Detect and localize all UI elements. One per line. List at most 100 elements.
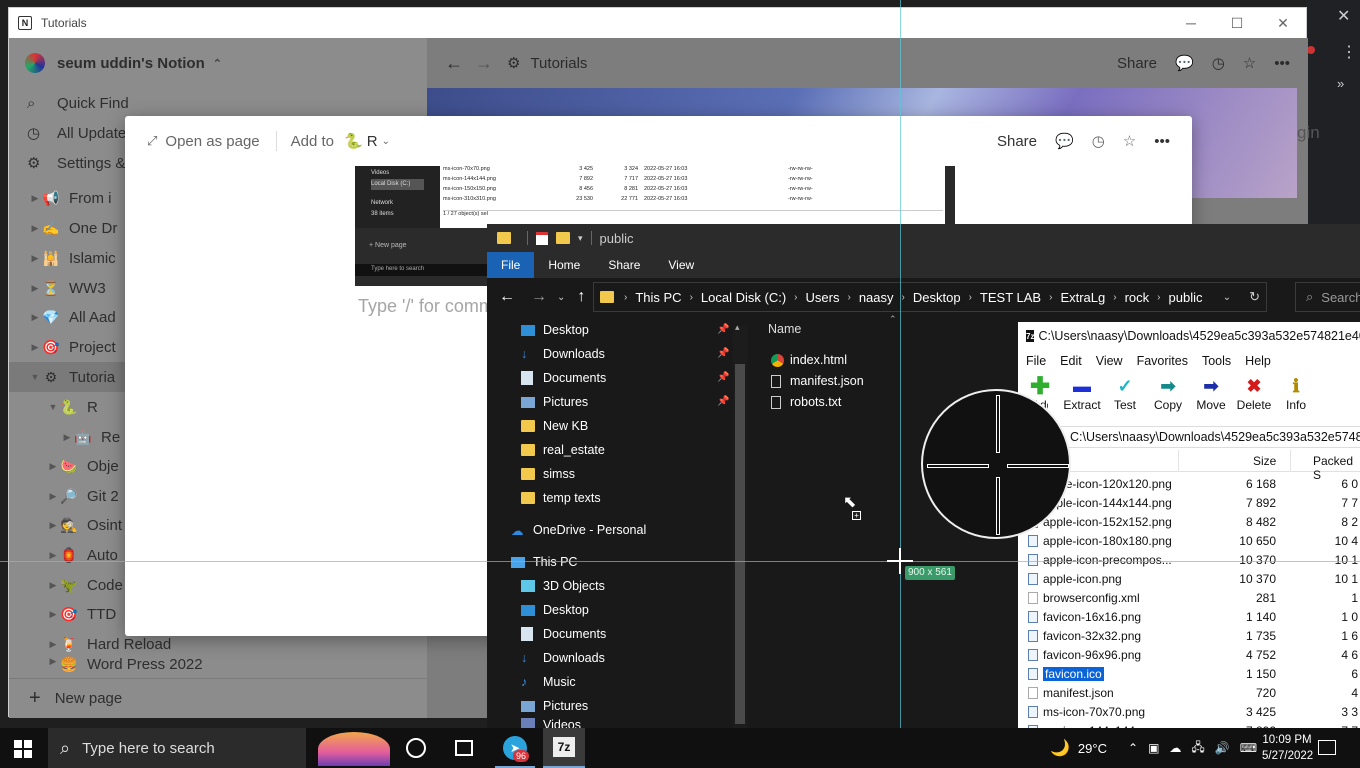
- all-updates-item[interactable]: ◷ All Updates: [27, 118, 134, 148]
- windows-start-icon[interactable]: [14, 740, 32, 758]
- comment-icon[interactable]: 💬: [1055, 132, 1074, 150]
- search-box[interactable]: ⌕ Search: [1295, 282, 1360, 312]
- chevron-double-right-icon[interactable]: »: [1337, 76, 1344, 91]
- sidebar-page[interactable]: ▶ 🎯 TTD: [47, 599, 117, 629]
- star-icon[interactable]: ☆: [1243, 54, 1256, 72]
- nav-item-folder[interactable]: temp texts: [521, 486, 601, 510]
- caret-right-icon[interactable]: ▶: [47, 520, 59, 531]
- breadcrumb-item[interactable]: This PC: [635, 290, 681, 305]
- nav-item[interactable]: 3D Objects: [521, 574, 605, 598]
- keyboard-icon[interactable]: ⌨: [1240, 741, 1257, 755]
- table-row[interactable]: apple-icon-152x152.png 8 482 8 2: [1018, 512, 1360, 531]
- extract-button[interactable]: ▬ Extract: [1060, 374, 1104, 413]
- nav-item-this-pc[interactable]: This PC: [511, 550, 577, 574]
- profile-icon[interactable]: [1307, 46, 1315, 54]
- nav-item-folder[interactable]: real_estate: [521, 438, 605, 462]
- table-row[interactable]: favicon-96x96.png 4 752 4 6: [1018, 645, 1360, 664]
- nav-item[interactable]: Desktop: [521, 598, 589, 622]
- sidebar-page[interactable]: ▶ 🕌 Islamic: [29, 243, 116, 273]
- nav-item[interactable]: Pictures: [521, 694, 588, 718]
- more-icon[interactable]: •••: [1154, 133, 1170, 150]
- new-folder-icon[interactable]: [556, 232, 570, 244]
- menu-file[interactable]: File: [1026, 354, 1046, 368]
- nav-item[interactable]: Documents: [521, 622, 606, 646]
- forward-arrow-icon[interactable]: →: [531, 288, 547, 306]
- address-bar[interactable]: › This PC › Local Disk (C:) › Users › naasy …: [593, 282, 1267, 312]
- breadcrumb-item[interactable]: TEST LAB: [980, 290, 1041, 305]
- sidebar-page[interactable]: ▶ 🎯 Project: [29, 332, 116, 362]
- column-header-name[interactable]: Name: [768, 322, 801, 336]
- chevron-down-icon[interactable]: ▾: [578, 233, 583, 244]
- share-button[interactable]: Share: [1117, 55, 1157, 72]
- menu-tools[interactable]: Tools: [1202, 354, 1231, 368]
- open-as-page-button[interactable]: Open as page: [165, 133, 259, 150]
- sidebar-page[interactable]: ▶ 🍉 Obje: [47, 451, 119, 481]
- scrollbar-thumb[interactable]: [735, 364, 745, 724]
- quick-find-item[interactable]: ⌕ Quick Find: [27, 88, 129, 118]
- chevron-down-icon[interactable]: ⌄: [382, 136, 390, 147]
- volume-icon[interactable]: 🔊: [1215, 741, 1230, 755]
- back-arrow-icon[interactable]: ←: [445, 53, 463, 74]
- pin-icon[interactable]: 📌: [717, 324, 729, 335]
- close-button[interactable]: ✕: [1260, 8, 1306, 38]
- tab-home[interactable]: Home: [534, 252, 594, 278]
- caret-right-icon[interactable]: ▶: [47, 656, 59, 667]
- task-view-icon[interactable]: [455, 740, 473, 756]
- login-fragment[interactable]: gin: [1297, 123, 1320, 143]
- comment-icon[interactable]: 💬: [1175, 54, 1194, 72]
- chevron-down-icon[interactable]: ⌄: [1223, 292, 1231, 303]
- caret-right-icon[interactable]: ▶: [29, 193, 41, 204]
- table-row-selected[interactable]: favicon.ico 1 150 6: [1018, 664, 1360, 683]
- chevron-up-icon[interactable]: ⌃: [1128, 741, 1138, 755]
- sidebar-page[interactable]: ▶ 🤖 Re: [61, 422, 121, 452]
- caret-right-icon[interactable]: ▶: [47, 639, 59, 650]
- table-row[interactable]: favicon-32x32.png 1 735 1 6: [1018, 626, 1360, 645]
- cortana-icon[interactable]: [406, 738, 426, 758]
- pin-icon[interactable]: 📌: [717, 348, 729, 359]
- sidebar-page[interactable]: ▶ 📢 From i: [29, 183, 112, 213]
- breadcrumb-item[interactable]: ExtraLg: [1060, 290, 1105, 305]
- nav-scrollbar[interactable]: ▴: [733, 322, 747, 728]
- breadcrumb-item[interactable]: rock: [1125, 290, 1150, 305]
- table-row[interactable]: favicon-16x16.png 1 140 1 0: [1018, 607, 1360, 626]
- pin-icon[interactable]: 📌: [717, 396, 729, 407]
- up-arrow-icon[interactable]: ↑: [577, 288, 585, 306]
- history-icon[interactable]: ◷: [1212, 54, 1225, 72]
- nav-item-folder[interactable]: simss: [521, 462, 575, 486]
- caret-right-icon[interactable]: ▶: [47, 550, 59, 561]
- menu-favorites[interactable]: Favorites: [1137, 354, 1188, 368]
- sidebar-page[interactable]: ▶ 🏮 Auto: [47, 540, 118, 570]
- table-row[interactable]: apple-icon-180x180.png 10 650 10 4: [1018, 531, 1360, 550]
- network-icon[interactable]: 🖧: [1191, 738, 1204, 759]
- sidebar-page[interactable]: ▼ 🐍 R: [47, 392, 98, 422]
- nav-item-onedrive[interactable]: ☁ OneDrive - Personal: [511, 518, 646, 542]
- caret-down-icon[interactable]: ▼: [29, 372, 41, 382]
- caret-down-icon[interactable]: ▼: [47, 402, 59, 412]
- tab-view[interactable]: View: [654, 252, 708, 278]
- nav-item-documents[interactable]: Documents: [521, 366, 606, 390]
- nav-item-folder[interactable]: New KB: [521, 414, 588, 438]
- table-row[interactable]: ms-icon-70x70.png 3 425 3 3: [1018, 702, 1360, 721]
- copy-button[interactable]: ➡ Copy: [1146, 374, 1190, 413]
- pin-icon[interactable]: 📌: [717, 372, 729, 383]
- recent-locations-icon[interactable]: ⌄: [557, 292, 565, 303]
- more-icon[interactable]: •••: [1274, 55, 1290, 72]
- caret-right-icon[interactable]: ▶: [61, 432, 73, 443]
- more-options-icon[interactable]: ⋮: [1341, 42, 1357, 62]
- properties-icon[interactable]: [536, 231, 548, 245]
- history-icon[interactable]: ◷: [1092, 132, 1105, 150]
- sidebar-page[interactable]: ▶ 🕵 Osint: [47, 510, 122, 540]
- device-icon[interactable]: ▣: [1148, 741, 1159, 755]
- column-size[interactable]: Size: [1253, 454, 1276, 468]
- caret-right-icon[interactable]: ▶: [47, 461, 59, 472]
- block-placeholder[interactable]: Type '/' for comm: [358, 296, 494, 317]
- nav-item-downloads[interactable]: ↓ Downloads: [521, 342, 605, 366]
- sidebar-page[interactable]: ▶ 💎 All Aad: [29, 302, 116, 332]
- tab-file[interactable]: File: [487, 252, 535, 278]
- taskbar-search[interactable]: ⌕ Type here to search: [48, 728, 306, 768]
- clock[interactable]: 10:09 PM 5/27/2022: [1262, 732, 1313, 764]
- minimize-button[interactable]: ─: [1168, 8, 1214, 38]
- workspace-switcher[interactable]: seum uddin's Notion ⌃: [25, 48, 222, 78]
- share-button[interactable]: Share: [997, 133, 1037, 150]
- sidebar-page[interactable]: ▶ 🔎 Git 2: [47, 481, 119, 511]
